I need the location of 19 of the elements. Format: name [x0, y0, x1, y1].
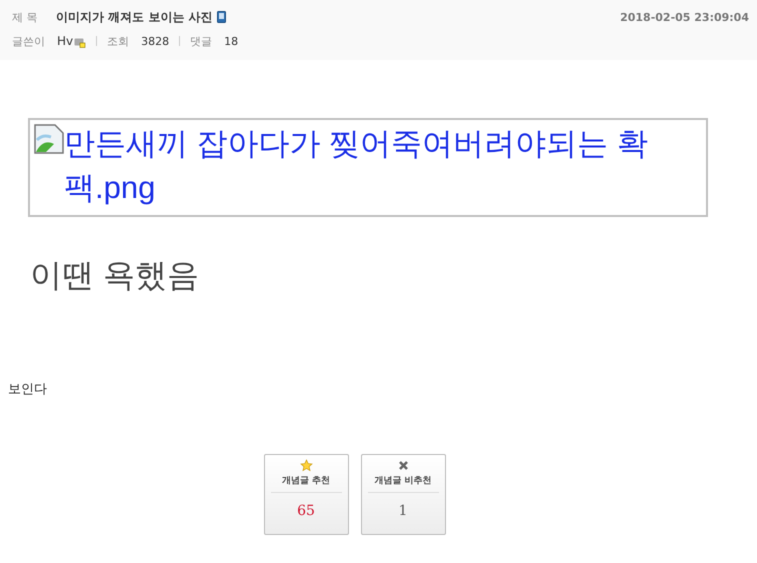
body-heading: 이땐 욕했음 — [30, 256, 199, 295]
recommend-button[interactable]: 개념글 추천 65 — [264, 454, 348, 535]
meta-label: 글쓴이 — [12, 34, 45, 48]
close-icon — [396, 459, 410, 472]
broken-image-icon — [34, 124, 64, 154]
title-label: 제 목 — [12, 10, 38, 24]
user-icon — [74, 36, 86, 48]
post-title: 이미지가 깨져도 보이는 사진 — [56, 8, 213, 26]
meta-value: 18 — [224, 34, 238, 48]
image-alt-text: 만든새끼 잡아다가 찢어죽여버려야되는 확팩.png — [64, 125, 649, 207]
not-recommend-button[interactable]: 개념글 비추천 1 — [360, 454, 446, 535]
post-date: 2018-02-05 23:09:04 — [620, 10, 749, 24]
star-icon — [300, 459, 312, 472]
meta-label: 댓글 — [190, 34, 212, 48]
mobile-icon — [216, 11, 226, 23]
author-name[interactable]: Hv — [57, 34, 74, 48]
meta-value: 3828 — [141, 34, 170, 48]
meta-label: 조회 — [107, 34, 130, 48]
body-text: 보인다 — [8, 381, 47, 398]
